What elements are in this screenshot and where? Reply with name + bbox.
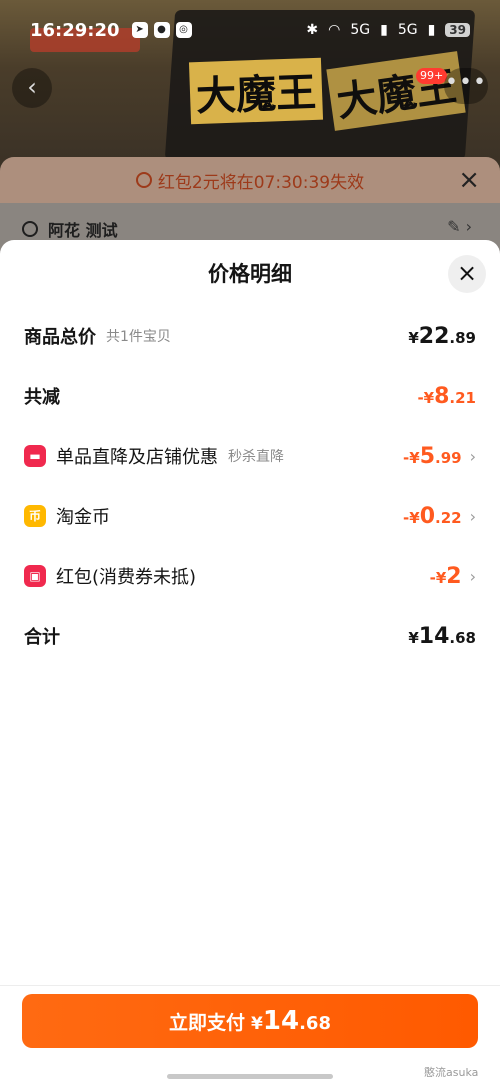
row-item-discount[interactable]: ▬ 单品直降及店铺优惠 秒杀直降 -¥ 5.99 › [24, 436, 476, 476]
redpacket-icon: ▣ [24, 565, 46, 587]
coin-icon: 币 [24, 505, 46, 527]
row-label: 红包(消费券未抵) [56, 567, 197, 588]
row-redpacket[interactable]: ▣ 红包(消费券未抵) -¥ 2 › [24, 556, 476, 596]
row-total-goods: 商品总价 共1件宝贝 ¥22.89 [24, 316, 476, 356]
store-discount-icon: ▬ [24, 445, 46, 467]
redpacket-countdown: 红包2元将在07:30:39失效 [0, 157, 500, 203]
row-amount: -¥ 5.99 [403, 443, 462, 469]
status-bar: 16:29:20 ➤ ● ◎ ✱ ◠ 5G ▮ 5G ▮ 39 [0, 0, 500, 60]
row-amount: ¥14.68 [408, 623, 476, 649]
row-amount: -¥ 0.22 [403, 503, 462, 529]
row-label: 淘金币 [56, 507, 110, 528]
row-label: 商品总价 [24, 327, 96, 348]
row-amount: -¥ 8.21 [417, 383, 476, 409]
countdown-text: 红包2元将在07:30:39失效 [157, 172, 365, 193]
signal-icon: ▮ [380, 22, 388, 38]
bottom-bar: 立即支付 ¥14.68 憨流asuka [0, 985, 500, 1089]
row-sub: 共1件宝贝 [106, 329, 171, 345]
row-taojinbi[interactable]: 币 淘金币 -¥ 0.22 › [24, 496, 476, 536]
app-notify-icon: ➤ [131, 22, 148, 38]
battery-indicator: 39 [445, 23, 470, 37]
watermark: 憨流asuka [424, 1066, 479, 1079]
browser-icon: ◎ [175, 22, 192, 38]
bluetooth-icon: ✱ [306, 22, 319, 38]
address-name: 阿花 测试 [48, 221, 118, 240]
home-indicator[interactable] [167, 1074, 333, 1079]
signal-icon-2: ▮ [427, 22, 436, 38]
modal-title: 价格明细 [208, 262, 292, 286]
wifi-icon: ◠ [328, 22, 341, 38]
banner-text: 大魔王 [188, 57, 324, 125]
back-icon[interactable]: ‹ [12, 68, 52, 108]
row-label: 共减 [24, 387, 60, 408]
sheet-close-icon[interactable]: × [458, 165, 480, 195]
row-label: 合计 [24, 627, 60, 648]
chevron-right-icon: › [469, 566, 476, 586]
more-icon[interactable]: ••• [444, 68, 488, 104]
address-row[interactable]: 阿花 测试 [22, 217, 118, 241]
network-type-2: 5G [397, 22, 418, 38]
clock-icon [135, 172, 152, 188]
status-time: 16:29:20 [30, 19, 120, 41]
row-sub: 秒杀直降 [228, 449, 284, 465]
status-right: ✱ ◠ 5G ▮ 5G ▮ 39 [306, 22, 470, 38]
chevron-right-icon: › [469, 506, 476, 526]
row-amount: ¥22.89 [408, 323, 476, 349]
row-total-discount: 共减 -¥ 8.21 [24, 376, 476, 416]
edit-icon[interactable]: ✎ › [447, 217, 472, 236]
row-grand-total: 合计 ¥14.68 [24, 616, 476, 656]
price-detail-modal: 价格明细 × 商品总价 共1件宝贝 ¥22.89 共减 -¥ 8.21 ▬ 单品直… [0, 240, 500, 1089]
chevron-right-icon: › [469, 446, 476, 466]
row-amount: -¥ 2 [429, 563, 462, 589]
wechat-icon: ● [153, 22, 170, 38]
network-type: 5G [350, 22, 371, 38]
close-button[interactable]: × [448, 255, 486, 293]
pay-label: 立即支付 [169, 1012, 246, 1034]
location-icon [22, 221, 38, 237]
cart-badge: 99+ [416, 68, 448, 84]
pay-now-button[interactable]: 立即支付 ¥14.68 [22, 994, 478, 1048]
status-app-icons: ➤ ● ◎ [131, 22, 192, 38]
row-label: 单品直降及店铺优惠 [56, 447, 218, 468]
